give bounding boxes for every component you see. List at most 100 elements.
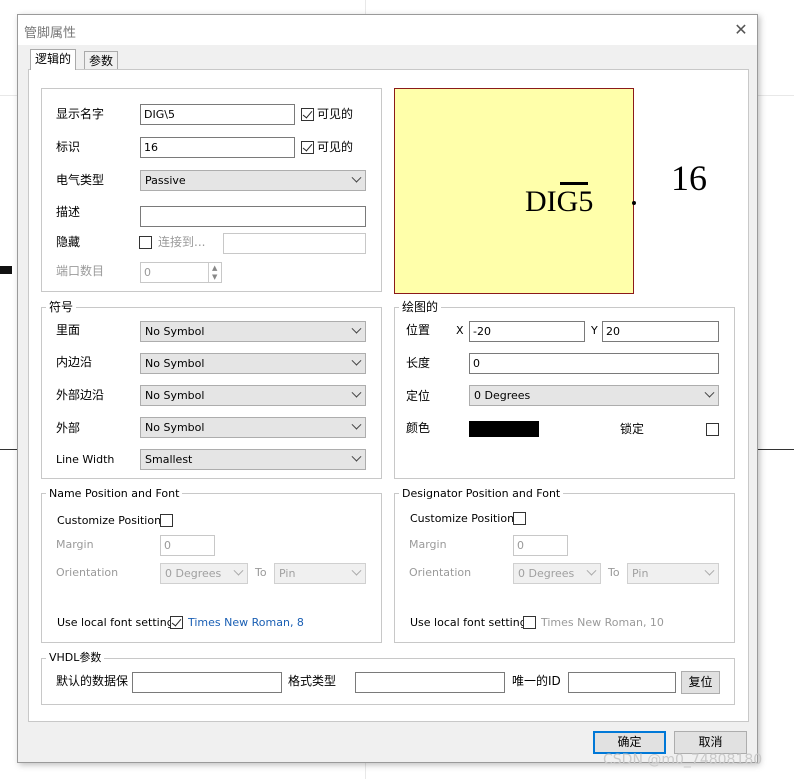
color-label: 颜色 bbox=[406, 421, 431, 435]
location-x-input[interactable]: -20 bbox=[469, 321, 585, 342]
vhdl-format-label: 格式类型 bbox=[288, 674, 337, 688]
chevron-down-icon bbox=[351, 172, 362, 183]
designator-local-font-checkbox[interactable] bbox=[523, 616, 536, 629]
ok-button[interactable]: 确定 bbox=[593, 731, 666, 754]
checkmark-icon bbox=[302, 108, 313, 119]
designator-label: 标识 bbox=[56, 140, 81, 154]
display-name-label: 显示名字 bbox=[56, 107, 105, 121]
chevron-down-icon bbox=[351, 355, 362, 366]
name-margin-input[interactable]: 0 bbox=[160, 535, 215, 556]
color-swatch[interactable] bbox=[469, 421, 539, 437]
display-name-visible-checkbox[interactable] bbox=[301, 108, 314, 121]
name-to-select[interactable]: Pin bbox=[274, 563, 366, 584]
length-label: 长度 bbox=[406, 356, 431, 370]
spin-up-icon: ▲ bbox=[212, 264, 218, 272]
close-icon[interactable]: ✕ bbox=[731, 20, 751, 40]
select-value: Passive bbox=[145, 174, 186, 187]
line-width-select[interactable]: Smallest bbox=[140, 449, 366, 470]
dialog-title: 管脚属性 bbox=[24, 26, 77, 41]
symbols-group-title: 符号 bbox=[46, 300, 77, 314]
symbol-outside-label: 外部 bbox=[56, 421, 81, 435]
name-to-label: To bbox=[255, 566, 267, 579]
select-value: No Symbol bbox=[145, 325, 205, 338]
tab-logical[interactable]: 逻辑的 bbox=[30, 49, 77, 70]
hidden-label: 隐藏 bbox=[56, 235, 81, 249]
stepper-value: 0 bbox=[144, 266, 151, 279]
designator-font-link[interactable]: Times New Roman, 10 bbox=[541, 615, 664, 631]
visible-label: 可见的 bbox=[317, 107, 354, 121]
electrical-type-select[interactable]: Passive bbox=[140, 170, 366, 191]
symbol-inside-label: 里面 bbox=[56, 323, 81, 337]
select-value: 0 Degrees bbox=[474, 389, 531, 402]
preview-designator: 16 bbox=[671, 158, 707, 198]
name-orientation-select[interactable]: 0 Degrees bbox=[160, 563, 248, 584]
hidden-checkbox[interactable] bbox=[139, 236, 152, 249]
tab-parameters[interactable]: 参数 bbox=[84, 51, 119, 70]
designator-orientation-select[interactable]: 0 Degrees bbox=[513, 563, 601, 584]
pin-preview: DIG5 bbox=[394, 88, 636, 294]
select-value: 0 Degrees bbox=[518, 567, 575, 580]
vhdl-unique-id-input[interactable] bbox=[568, 672, 676, 693]
symbol-inside-edge-select[interactable]: No Symbol bbox=[140, 353, 366, 374]
location-y-input[interactable]: 20 bbox=[602, 321, 719, 342]
connect-to-input[interactable] bbox=[223, 233, 366, 254]
port-count-label: 端口数目 bbox=[56, 264, 105, 278]
select-value: 0 Degrees bbox=[165, 567, 222, 580]
length-input[interactable]: 0 bbox=[469, 353, 719, 374]
description-label: 描述 bbox=[56, 205, 81, 219]
preview-pin-name: DIG5 bbox=[525, 185, 594, 218]
symbol-outside-edge-select[interactable]: No Symbol bbox=[140, 385, 366, 406]
cancel-button[interactable]: 取消 bbox=[674, 731, 747, 754]
name-customize-checkbox[interactable] bbox=[160, 514, 173, 527]
stepper-arrows[interactable]: ▲ ▼ bbox=[208, 263, 221, 282]
select-value: Pin bbox=[279, 567, 296, 580]
location-label: 位置 bbox=[406, 323, 431, 337]
checkmark-icon bbox=[171, 616, 182, 627]
chevron-down-icon bbox=[351, 387, 362, 398]
symbol-inside-select[interactable]: No Symbol bbox=[140, 321, 366, 342]
visible-label: 可见的 bbox=[317, 140, 354, 154]
vhdl-unique-id-label: 唯一的ID bbox=[512, 674, 561, 688]
x-label: X bbox=[456, 324, 464, 337]
chevron-down-icon bbox=[351, 451, 362, 462]
designator-local-font-label: Use local font setting bbox=[410, 616, 527, 629]
designator-customize-checkbox[interactable] bbox=[513, 512, 526, 525]
name-local-font-checkbox[interactable] bbox=[170, 616, 183, 629]
symbol-inside-edge-label: 内边沿 bbox=[56, 355, 93, 369]
locked-checkbox[interactable] bbox=[706, 423, 719, 436]
orientation-select[interactable]: 0 Degrees bbox=[469, 385, 719, 406]
name-local-font-label: Use local font setting bbox=[57, 616, 174, 629]
line-width-label: Line Width bbox=[56, 453, 115, 466]
name-customize-label: Customize Position bbox=[57, 514, 162, 527]
canvas-pin-marker bbox=[0, 266, 12, 274]
reset-button[interactable]: 复位 bbox=[681, 671, 720, 694]
checkmark-icon bbox=[302, 141, 313, 152]
symbol-outside-select[interactable]: No Symbol bbox=[140, 417, 366, 438]
designator-to-label: To bbox=[608, 566, 620, 579]
display-name-input[interactable]: DIG\5 bbox=[140, 104, 295, 125]
designator-to-select[interactable]: Pin bbox=[627, 563, 719, 584]
graphical-group-title: 绘图的 bbox=[399, 300, 442, 314]
designator-input[interactable]: 16 bbox=[140, 137, 295, 158]
name-font-group-title: Name Position and Font bbox=[46, 487, 183, 501]
spin-down-icon: ▼ bbox=[212, 273, 218, 281]
vhdl-format-input[interactable] bbox=[355, 672, 505, 693]
vhdl-group-title: VHDL参数 bbox=[46, 651, 105, 665]
designator-visible-checkbox[interactable] bbox=[301, 141, 314, 154]
name-margin-label: Margin bbox=[56, 538, 94, 551]
designator-margin-input[interactable]: 0 bbox=[513, 535, 568, 556]
electrical-type-label: 电气类型 bbox=[56, 173, 105, 187]
chevron-down-icon bbox=[351, 419, 362, 430]
select-value: No Symbol bbox=[145, 357, 205, 370]
chevron-down-icon bbox=[351, 565, 362, 576]
name-font-link[interactable]: Times New Roman, 8 bbox=[188, 615, 304, 631]
vhdl-default-input[interactable] bbox=[132, 672, 282, 693]
chevron-down-icon bbox=[586, 565, 597, 576]
designator-customize-label: Customize Position bbox=[410, 512, 515, 525]
tab-label: 参数 bbox=[89, 54, 114, 68]
description-input[interactable] bbox=[140, 206, 366, 227]
locked-label: 锁定 bbox=[620, 422, 645, 436]
overline-mark bbox=[560, 182, 588, 185]
port-count-stepper[interactable]: 0 ▲ ▼ bbox=[140, 262, 222, 283]
y-label: Y bbox=[591, 324, 598, 337]
